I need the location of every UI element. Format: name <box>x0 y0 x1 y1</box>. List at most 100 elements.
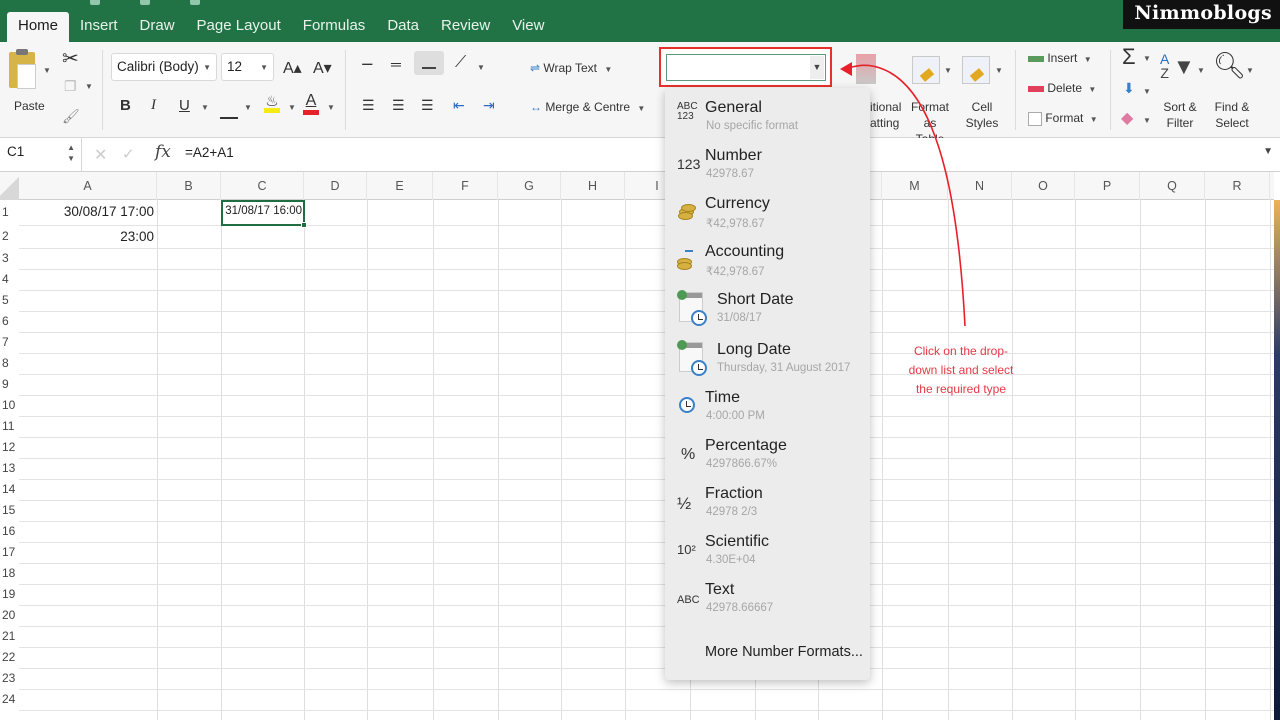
format-item-short-date[interactable]: Short Date 31/08/17 <box>665 284 870 332</box>
row-header-19[interactable]: 19 <box>0 584 19 605</box>
format-item-long-date[interactable]: Long Date Thursday, 31 August 2017 <box>665 334 870 382</box>
fill-dropdown-icon[interactable]: ▼ <box>1143 87 1151 96</box>
format-item-currency[interactable]: Currency ₹42,978.67 <box>665 188 870 236</box>
number-format-dropdown[interactable]: ▼ <box>659 47 832 87</box>
orientation-dropdown-icon[interactable]: ▼ <box>477 63 485 72</box>
column-header-c[interactable]: C <box>221 172 304 200</box>
column-header-b[interactable]: B <box>157 172 221 200</box>
autosum-button[interactable]: Σ <box>1122 44 1136 70</box>
column-header-m[interactable]: M <box>882 172 948 200</box>
row-header-9[interactable]: 9 <box>0 374 19 395</box>
fill-color-button[interactable]: ♨ <box>264 92 280 113</box>
cell-a1[interactable]: 30/08/17 17:00 <box>19 200 157 225</box>
worksheet-grid[interactable]: ABCDEFGHIJKLMNOPQR 123456789101112131415… <box>0 172 1274 720</box>
italic-button[interactable]: I <box>151 97 156 114</box>
format-item-percentage[interactable]: % Percentage 4297866.67% <box>665 430 870 478</box>
format-cells-button[interactable]: Format ▼ <box>1028 111 1098 126</box>
insert-cells-button[interactable]: Insert ▼ <box>1028 51 1092 65</box>
row-header-13[interactable]: 13 <box>0 458 19 479</box>
row-header-14[interactable]: 14 <box>0 479 19 500</box>
row-header-7[interactable]: 7 <box>0 332 19 353</box>
row-header-5[interactable]: 5 <box>0 290 19 311</box>
align-left-button[interactable]: ☰ <box>362 97 375 114</box>
align-top-button[interactable]: ⚊ <box>361 52 374 69</box>
borders-dropdown-icon[interactable]: ▼ <box>244 103 252 112</box>
tab-draw[interactable]: Draw <box>129 12 186 42</box>
column-header-a[interactable]: A <box>19 172 157 200</box>
column-header-h[interactable]: H <box>561 172 625 200</box>
font-color-dropdown-icon[interactable]: ▼ <box>327 103 335 112</box>
column-header-p[interactable]: P <box>1075 172 1140 200</box>
align-center-button[interactable]: ☰ <box>392 97 405 114</box>
column-header-d[interactable]: D <box>304 172 367 200</box>
row-header-20[interactable]: 20 <box>0 605 19 626</box>
insert-function-icon[interactable]: fx <box>155 142 171 162</box>
font-color-button[interactable]: A <box>303 92 319 115</box>
format-item-scientific[interactable]: 10² Scientific 4.30E+04 <box>665 526 870 574</box>
cancel-formula-icon[interactable]: ✕ <box>94 145 107 165</box>
orientation-button[interactable]: ⟋ <box>455 54 466 72</box>
row-header-22[interactable]: 22 <box>0 647 19 668</box>
tab-data[interactable]: Data <box>376 12 430 42</box>
bold-button[interactable]: B <box>120 97 131 114</box>
wrap-text-button[interactable]: ⇌ Wrap Text ▼ <box>530 61 612 75</box>
row-header-1[interactable]: 1 <box>0 200 19 225</box>
row-header-17[interactable]: 17 <box>0 542 19 563</box>
align-middle-button[interactable]: ═ <box>391 56 401 72</box>
row-header-6[interactable]: 6 <box>0 311 19 332</box>
borders-button[interactable] <box>220 117 238 119</box>
name-box[interactable]: C1 ▲ ▼ <box>0 138 82 171</box>
column-header-f[interactable]: F <box>433 172 498 200</box>
delete-cells-button[interactable]: Delete ▼ <box>1028 81 1096 95</box>
row-header-8[interactable]: 8 <box>0 353 19 374</box>
tab-view[interactable]: View <box>501 12 555 42</box>
format-painter-icon[interactable]: 🖌 <box>62 108 80 125</box>
format-item-time[interactable]: Time 4:00:00 PM <box>665 382 870 430</box>
row-header-18[interactable]: 18 <box>0 563 19 584</box>
formula-input[interactable]: =A2+A1 <box>185 145 234 160</box>
more-number-formats-item[interactable]: More Number Formats... <box>705 644 863 660</box>
row-header-12[interactable]: 12 <box>0 437 19 458</box>
fill-button[interactable]: ⬇ <box>1123 80 1135 97</box>
column-header-q[interactable]: Q <box>1140 172 1205 200</box>
name-box-stepper-icon[interactable]: ▲ ▼ <box>67 142 75 164</box>
cell-a2[interactable]: 23:00 <box>19 225 157 248</box>
row-header-2[interactable]: 2 <box>0 225 19 248</box>
row-header-21[interactable]: 21 <box>0 626 19 647</box>
clear-dropdown-icon[interactable]: ▼ <box>1143 116 1151 125</box>
row-header-23[interactable]: 23 <box>0 668 19 689</box>
shrink-font-button[interactable]: A▾ <box>313 58 332 78</box>
row-header-10[interactable]: 10 <box>0 395 19 416</box>
grow-font-button[interactable]: A▴ <box>283 58 302 78</box>
cell-c1[interactable]: 31/08/17 16:00 <box>221 200 307 228</box>
expand-formula-bar-icon[interactable]: ▼ <box>1263 146 1273 157</box>
decrease-indent-button[interactable]: ⇤ <box>453 97 465 114</box>
tab-home[interactable]: Home <box>7 12 70 42</box>
merge-centre-button[interactable]: ↔ Merge & Centre ▼ <box>530 100 645 114</box>
fill-handle[interactable] <box>301 222 307 228</box>
align-right-button[interactable]: ☰ <box>421 97 434 114</box>
fill-color-dropdown-icon[interactable]: ▼ <box>288 103 296 112</box>
tab-formulas[interactable]: Formulas <box>292 12 377 42</box>
row-header-11[interactable]: 11 <box>0 416 19 437</box>
paste-dropdown-icon[interactable]: ▼ <box>43 66 51 75</box>
underline-button[interactable]: U <box>179 97 190 114</box>
undo-icon[interactable] <box>140 0 150 5</box>
underline-dropdown-icon[interactable]: ▼ <box>201 103 209 112</box>
confirm-formula-icon[interactable]: ✓ <box>122 145 135 163</box>
select-all-button[interactable] <box>0 172 19 200</box>
column-header-e[interactable]: E <box>367 172 433 200</box>
autosum-dropdown-icon[interactable]: ▼ <box>1143 54 1151 63</box>
format-item-text[interactable]: ABC Text 42978.66667 <box>665 574 870 622</box>
copy-icon[interactable]: ❐ <box>64 78 77 95</box>
align-bottom-button[interactable] <box>414 51 444 75</box>
font-name-select[interactable]: Calibri (Body) ▼ <box>111 53 217 81</box>
tab-review[interactable]: Review <box>430 12 501 42</box>
row-header-15[interactable]: 15 <box>0 500 19 521</box>
format-item-number[interactable]: 123 Number 42978.67 <box>665 140 870 188</box>
copy-dropdown-icon[interactable]: ▼ <box>85 82 93 91</box>
column-header-r[interactable]: R <box>1205 172 1270 200</box>
tab-page-layout[interactable]: Page Layout <box>186 12 292 42</box>
format-item-general[interactable]: ABC 123 General No specific format <box>665 92 870 140</box>
number-format-caret-icon[interactable]: ▼ <box>810 56 824 79</box>
